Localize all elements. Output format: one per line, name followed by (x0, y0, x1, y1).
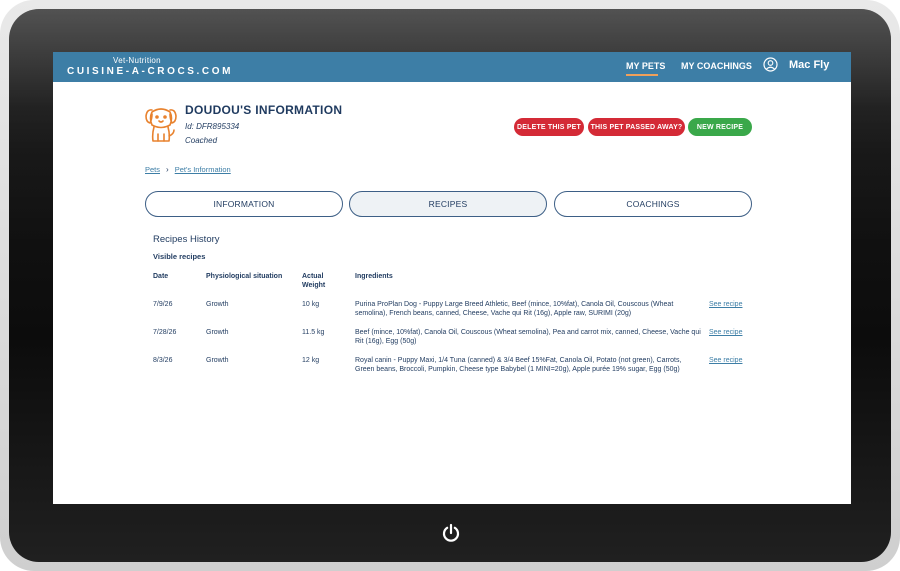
see-recipe-link[interactable]: See recipe (709, 301, 742, 308)
column-header-ingredients: Ingredients (355, 273, 393, 280)
column-header-situation: Physiological situation (206, 273, 283, 280)
logo[interactable]: CUISINE-A-CROCS.COM (67, 66, 233, 77)
nav-my-pets-label: MY PETS (626, 61, 666, 71)
row-weight: 11.5 kg (302, 329, 325, 336)
breadcrumb-pets[interactable]: Pets (145, 165, 160, 174)
nav-active-underline (626, 74, 658, 76)
user-name[interactable]: Mac Fly (789, 59, 829, 71)
section-title: Recipes History (153, 234, 220, 245)
pet-id: Id: DFR895334 (185, 122, 240, 131)
dog-icon (145, 108, 177, 142)
power-icon[interactable] (440, 522, 462, 544)
see-recipe-link-cell: See recipe (709, 300, 742, 309)
row-ingredients: Purina ProPlan Dog - Puppy Large Breed A… (355, 301, 674, 317)
see-recipe-link[interactable]: See recipe (709, 329, 742, 336)
row-situation: Growth (206, 357, 229, 364)
logo-tagline: Vet-Nutrition (113, 56, 161, 65)
nav-my-coachings[interactable]: MY COACHINGS (681, 61, 752, 71)
table-row: 8/3/26 Growth 12 kg Royal canin - Puppy … (53, 356, 851, 382)
row-situation: Growth (206, 329, 229, 336)
tab-information[interactable]: INFORMATION (145, 191, 343, 217)
row-situation: Growth (206, 301, 229, 308)
row-ingredients: Royal canin - Puppy Maxi, 1/4 Tuna (cann… (355, 357, 682, 373)
breadcrumb-pet-information[interactable]: Pet's Information (175, 165, 231, 174)
top-navigation-bar: Vet-Nutrition CUISINE-A-CROCS.COM MY PET… (53, 52, 851, 82)
see-recipe-link-cell: See recipe (709, 356, 742, 365)
column-header-date: Date (153, 273, 169, 280)
visible-recipes-filter[interactable]: Visible recipes (153, 252, 205, 261)
page-title: DOUDOU'S INFORMATION (185, 103, 343, 117)
delete-pet-button[interactable]: DELETE THIS PET (514, 118, 584, 136)
row-weight: 12 kg (302, 357, 320, 364)
row-date: 7/9/26 (153, 301, 173, 308)
user-icon[interactable] (763, 57, 778, 72)
pet-status: Coached (185, 136, 218, 145)
tab-recipes[interactable]: RECIPES (349, 191, 547, 217)
nav-my-coachings-label: MY COACHINGS (681, 61, 752, 71)
row-ingredients: Beef (mince, 10%fat), Canola Oil, Cousco… (355, 329, 701, 345)
see-recipe-link[interactable]: See recipe (709, 357, 742, 364)
see-recipe-link-cell: See recipe (709, 328, 742, 337)
table-row: 7/9/26 Growth 10 kg Purina ProPlan Dog -… (53, 300, 851, 326)
row-date: 8/3/26 (153, 357, 173, 364)
new-recipe-button[interactable]: NEW RECIPE (688, 118, 752, 136)
column-header-weight: Actual Weight (302, 273, 326, 289)
chevron-right-icon: › (166, 165, 169, 174)
row-date: 7/28/26 (153, 329, 177, 336)
row-weight: 10 kg (302, 301, 320, 308)
table-row: 7/28/26 Growth 11.5 kg Beef (mince, 10%f… (53, 328, 851, 354)
app-screen: Vet-Nutrition CUISINE-A-CROCS.COM MY PET… (53, 52, 851, 504)
pet-passed-away-button[interactable]: THIS PET PASSED AWAY? (588, 118, 685, 136)
tab-coachings[interactable]: COACHINGS (554, 191, 752, 217)
nav-my-pets[interactable]: MY PETS (626, 61, 666, 76)
breadcrumb: Pets › Pet's Information (145, 165, 231, 174)
